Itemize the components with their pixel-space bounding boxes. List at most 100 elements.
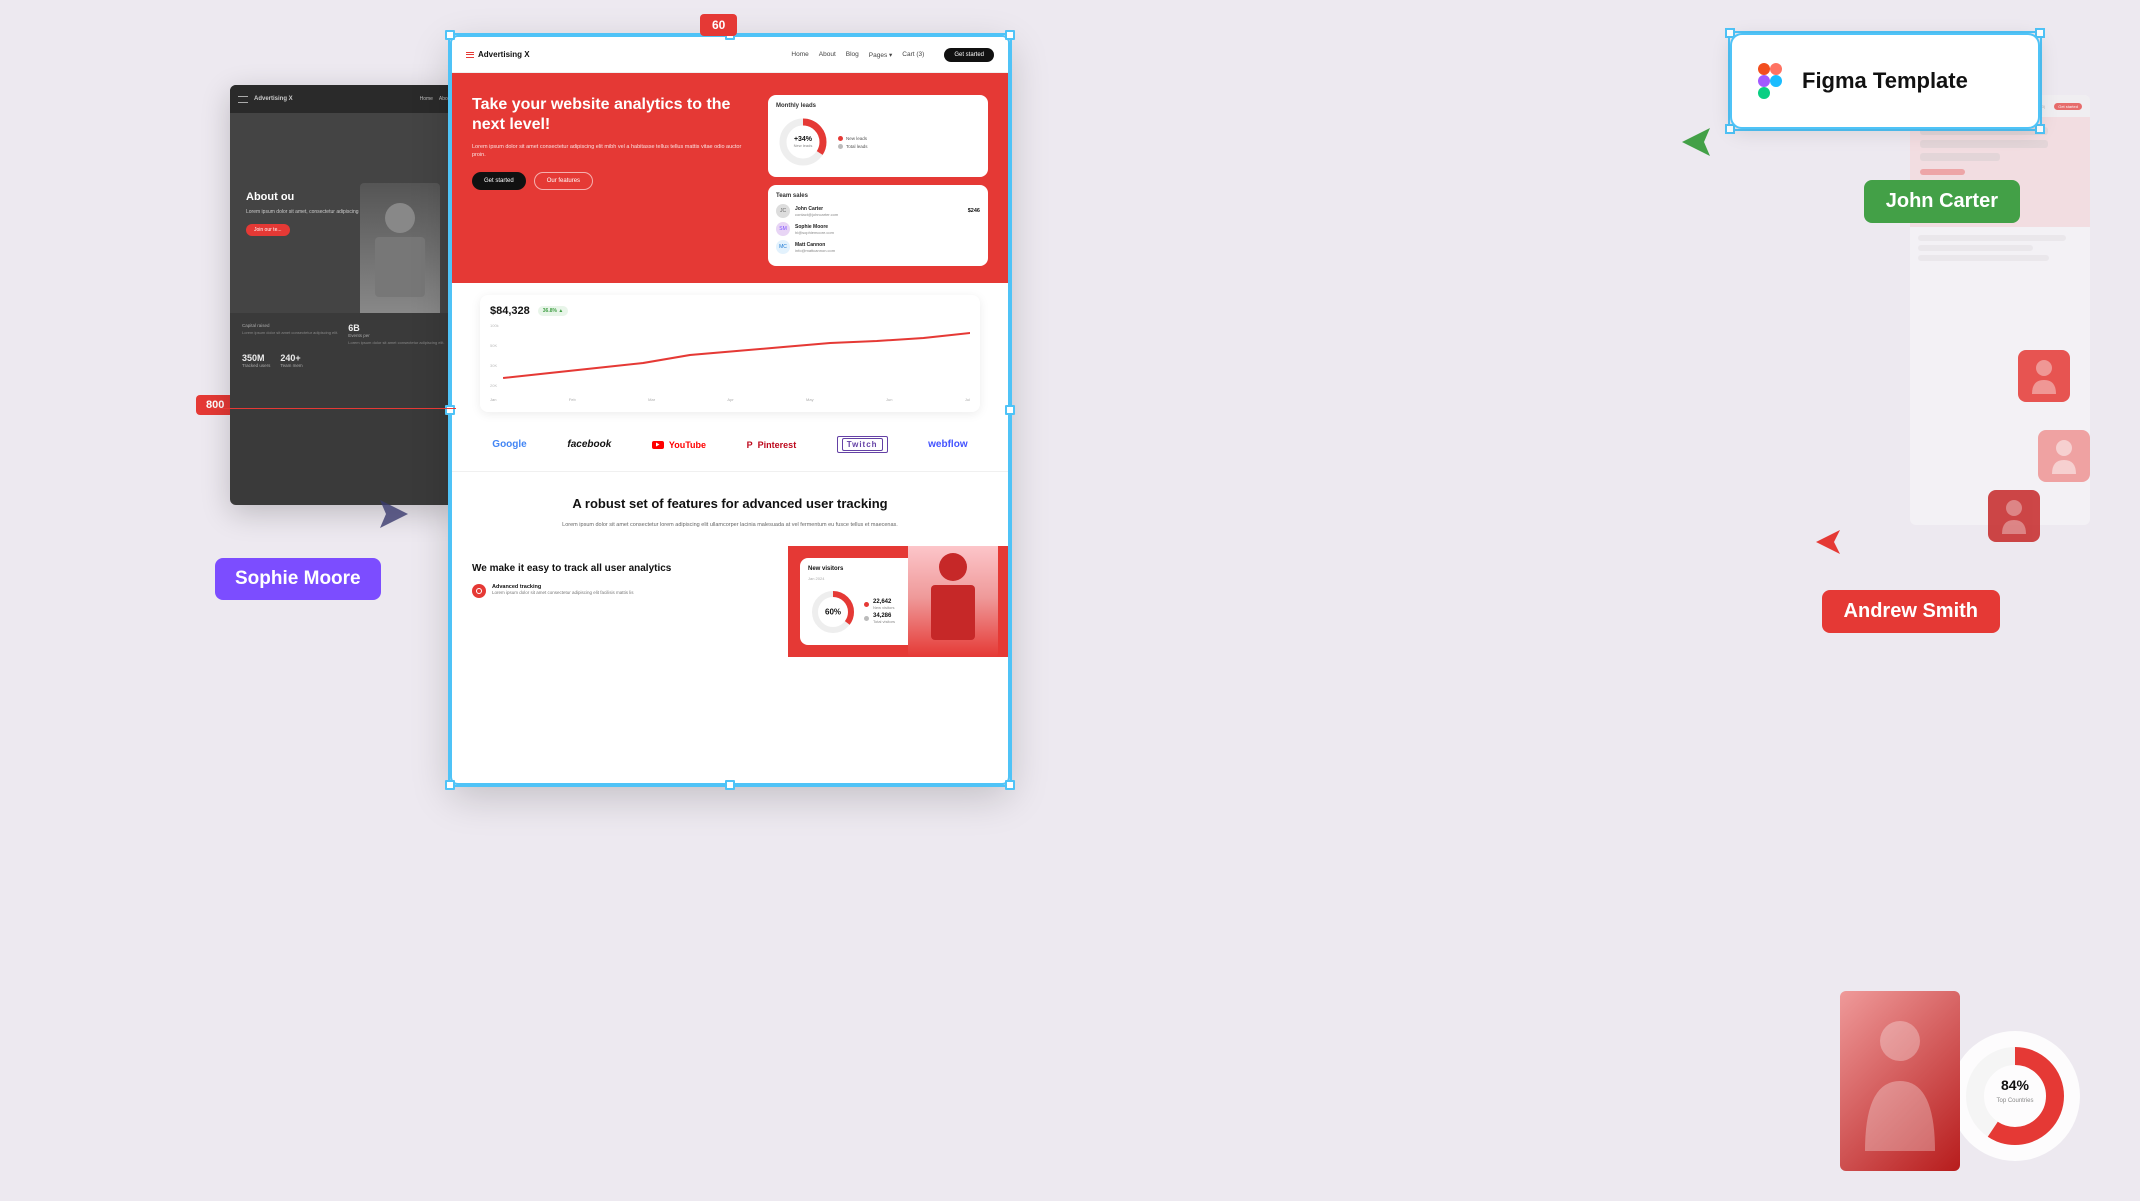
chart-container: 100k 50K 30K 20K: [490, 323, 970, 393]
leads-legend: New leads Total leads: [838, 136, 868, 149]
partner-google: Google: [492, 439, 526, 450]
feature-item-tracking: Advanced tracking Lorem ipsum dolor sit …: [472, 584, 768, 598]
info-matt: Matt Cannon info@mattcannon.com: [795, 242, 980, 253]
bottom-headline: We make it easy to track all user analyt…: [472, 562, 768, 576]
hero-cards: Monthly leads +34% New leads: [768, 95, 988, 267]
person-icon-3: [1988, 490, 2040, 542]
legend-item-new: New leads: [838, 136, 868, 141]
info-john: John Carter contact@johncarter.com: [795, 206, 963, 217]
measure-line: [196, 408, 456, 409]
chart-area: [503, 323, 970, 393]
features-subtext: Lorem ipsum dolor sit amet consectetur l…: [550, 521, 910, 530]
tracking-text: Advanced tracking Lorem ipsum dolor sit …: [492, 584, 634, 596]
person-box-3: [1988, 490, 2040, 542]
left-stat-capital-desc: Lorem ipsum dolor sit amet consectetur a…: [242, 330, 338, 335]
vs-new-val: 22,642 New visitors: [873, 599, 895, 610]
hero-features-btn[interactable]: Our features: [534, 172, 593, 190]
ghost-line-3: [1918, 255, 2049, 261]
right-bg-body: [1910, 227, 2090, 269]
hero-get-started-btn[interactable]: Get started: [472, 172, 526, 190]
monthly-leads-card: Monthly leads +34% New leads: [768, 95, 988, 177]
left-logo-icon: [238, 96, 248, 103]
monthly-leads-body: +34% New leads New leads Total leads: [776, 115, 980, 169]
team-member-matt: MC Matt Cannon info@mattcannon.com: [776, 240, 980, 254]
info-sophie: Sophie Moore hi@sophiemoore.com: [795, 224, 980, 235]
andrew-smith-label: Andrew Smith: [1822, 590, 2000, 633]
left-brand: Advertising X: [254, 96, 293, 102]
left-nav-links: Home About: [420, 96, 452, 102]
center-cta-btn[interactable]: Get started: [944, 48, 994, 62]
sales-volume-section: $84,328 36.8% ▲ 100k 50K 30K 20K Jan: [452, 295, 1008, 412]
person-icon-1: [2018, 350, 2070, 402]
sv-badge: 36.8% ▲: [538, 306, 569, 316]
ghost-line-1: [1918, 235, 2066, 241]
left-hero-btn[interactable]: Join our te...: [246, 224, 290, 236]
visitor-donut-label: 60%: [825, 607, 841, 616]
john-carter-label: John Carter: [1864, 180, 2020, 223]
brand-icon: [466, 52, 474, 58]
left-stat-team-val: 240+: [280, 353, 302, 363]
legend-dot-new: [838, 136, 843, 141]
sv-header: $84,328 36.8% ▲: [490, 305, 970, 317]
person-box-2: [2038, 430, 2090, 482]
hero-headline: Take your website analytics to the next …: [472, 95, 752, 135]
center-hero: Take your website analytics to the next …: [452, 73, 1008, 283]
person-photo-inner: [1840, 991, 1960, 1171]
tracking-icon: [472, 584, 486, 598]
vs-new-row: 22,642 New visitors: [864, 599, 895, 610]
partner-webflow: webflow: [928, 439, 967, 450]
tracking-desc: Lorem ipsum dolor sit amet consectetur a…: [492, 590, 634, 596]
legend-dot-total: [838, 144, 843, 149]
sv-amount: $84,328: [490, 305, 530, 317]
left-hero-image: [360, 183, 440, 313]
sophie-moore-label: Sophie Moore: [215, 558, 381, 600]
partner-twitch: Twitch: [837, 436, 888, 453]
left-stat-tracked-lbl: Tracked users: [242, 363, 270, 368]
figma-template-box: Figma Template: [1730, 33, 2040, 129]
visitor-donut-chart: 60%: [808, 587, 858, 637]
donut-label: +34% New leads: [794, 136, 813, 148]
left-stat-events-lbl: Events per: [348, 333, 444, 338]
svg-text:84%: 84%: [2001, 1077, 2030, 1093]
sales-volume-card: $84,328 36.8% ▲ 100k 50K 30K 20K Jan: [480, 295, 980, 412]
bottom-chart: 84% Top Countries: [1950, 1031, 2080, 1161]
team-sales-card: Team sales JC John Carter contact@johnca…: [768, 185, 988, 266]
legend-item-total: Total leads: [838, 144, 868, 149]
bottom-section: We make it easy to track all user analyt…: [452, 546, 1008, 657]
figma-logo-icon: [1752, 63, 1788, 99]
team-member-sophie: SM Sophie Moore hi@sophiemoore.com: [776, 222, 980, 236]
right-bg-cta: Get started: [2054, 103, 2082, 110]
features-section: A robust set of features for advanced us…: [452, 472, 1008, 546]
left-stat-events-val: 6B: [348, 323, 444, 333]
left-hero: About ou Lorem ipsum dolor sit amet, con…: [230, 113, 460, 313]
y-axis: 100k 50K 30K 20K: [490, 323, 503, 388]
person-photo: [1840, 991, 1960, 1171]
team-sales-title: Team sales: [776, 193, 980, 199]
ghost-btn: [1920, 169, 1965, 175]
visitor-stats: 22,642 New visitors 34,286 Total visitor…: [864, 599, 895, 624]
ghost-3: [1920, 153, 2000, 161]
arrow-left-icon: [380, 500, 408, 533]
left-stat-capital-lbl: Capital raised: [242, 323, 338, 328]
center-brand: Advertising X: [466, 50, 530, 59]
bottom-right: New visitors Jan 2024 60%: [788, 546, 1008, 657]
figma-title: Figma Template: [1802, 68, 1968, 94]
measure-badge: 800: [196, 395, 234, 415]
hero-buttons: Get started Our features: [472, 172, 752, 190]
svg-text:Top Countries: Top Countries: [1996, 1098, 2033, 1104]
ghost-line-2: [1918, 245, 2033, 251]
donut-chart: +34% New leads: [776, 115, 830, 169]
left-mockup-nav: Advertising X Home About: [230, 85, 460, 113]
person-box-1: [2018, 350, 2070, 402]
vs-new-dot: [864, 602, 869, 607]
left-mockup: Advertising X Home About About ou Lorem …: [230, 85, 460, 505]
avatar-john: JC: [776, 204, 790, 218]
left-stats: Capital raised Lorem ipsum dolor sit ame…: [230, 313, 460, 378]
vs-total-dot: [864, 616, 869, 621]
partner-pinterest: P Pinterest: [747, 440, 797, 450]
person-icon-2: [2038, 430, 2090, 482]
hero-subtext: Lorem ipsum dolor sit amet consectetur a…: [472, 143, 752, 160]
left-stat-team-lbl: Team mem: [280, 363, 302, 368]
monthly-leads-title: Monthly leads: [776, 103, 980, 109]
arrow-red-icon: [1816, 530, 1840, 559]
